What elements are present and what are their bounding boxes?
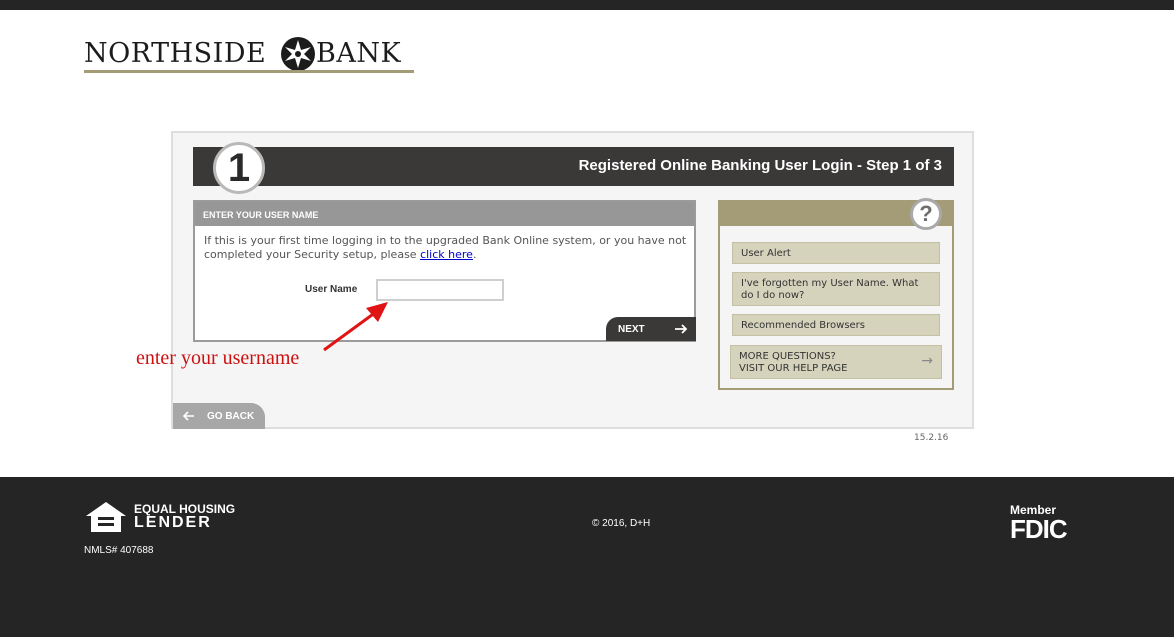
click-here-link[interactable]: click here [420, 248, 473, 261]
logo-text-bank: BANK [316, 38, 402, 69]
help-item-user-alert[interactable]: User Alert [732, 242, 940, 264]
bank-logo[interactable]: NORTHSIDE BANK [84, 36, 414, 76]
arrow-left-icon [183, 411, 194, 421]
username-label: User Name [305, 284, 358, 295]
logo-underline [84, 70, 414, 73]
login-panel: 1 Registered Online Banking User Login -… [171, 131, 974, 429]
step-title: Registered Online Banking User Login - S… [578, 157, 942, 174]
help-item-recommended-browsers[interactable]: Recommended Browsers [732, 314, 940, 336]
fdic-name-text: FDIC [1010, 514, 1068, 544]
help-item-forgot-username[interactable]: I've forgotten my User Name. What do I d… [732, 272, 940, 306]
annotation-text: enter your username [136, 347, 300, 369]
step-header: 1 Registered Online Banking User Login -… [193, 142, 954, 194]
nmls-number: NMLS# 407688 [84, 545, 154, 556]
next-button[interactable]: NEXT [606, 317, 696, 341]
username-section: ENTER YOUR USER NAME If this is your fir… [193, 200, 696, 342]
top-bar [0, 0, 1174, 10]
eho-text-line2: LENDER [134, 514, 212, 531]
help-more-line1: MORE QUESTIONS? [739, 351, 836, 362]
footer: EQUAL HOUSING LENDER NMLS# 407688 © 2016… [0, 477, 1174, 637]
next-button-label: NEXT [618, 323, 645, 335]
annotation-arrow-icon [323, 302, 388, 352]
version-number: 15.2.16 [914, 433, 949, 443]
equal-housing-house-icon [86, 502, 126, 532]
username-section-heading: ENTER YOUR USER NAME [195, 202, 694, 226]
help-more-line2: VISIT OUR HELP PAGE [739, 363, 848, 374]
help-box-header: ? [720, 198, 952, 230]
go-back-label: GO BACK [207, 410, 255, 422]
copyright-text: © 2016, D+H [592, 518, 651, 529]
fdic-member-logo: Member FDIC [1010, 503, 1068, 544]
arrow-right-icon [675, 324, 688, 334]
equal-housing-lender-logo: EQUAL HOUSING LENDER [84, 500, 235, 536]
arrow-right-icon: → [921, 353, 933, 369]
username-info-text: If this is your first time logging in to… [204, 234, 690, 262]
info-text-end: . [472, 248, 477, 261]
help-more-questions[interactable]: MORE QUESTIONS? VISIT OUR HELP PAGE → [730, 345, 942, 379]
step-number-badge: 1 [213, 142, 265, 194]
username-input[interactable] [376, 279, 504, 301]
go-back-button[interactable]: GO BACK [173, 403, 265, 429]
star-burst-icon [281, 37, 315, 71]
logo-text-northside: NORTHSIDE [84, 38, 267, 69]
help-box: ? User Alert I've forgotten my User Name… [718, 198, 954, 390]
question-mark-icon[interactable]: ? [910, 198, 942, 230]
